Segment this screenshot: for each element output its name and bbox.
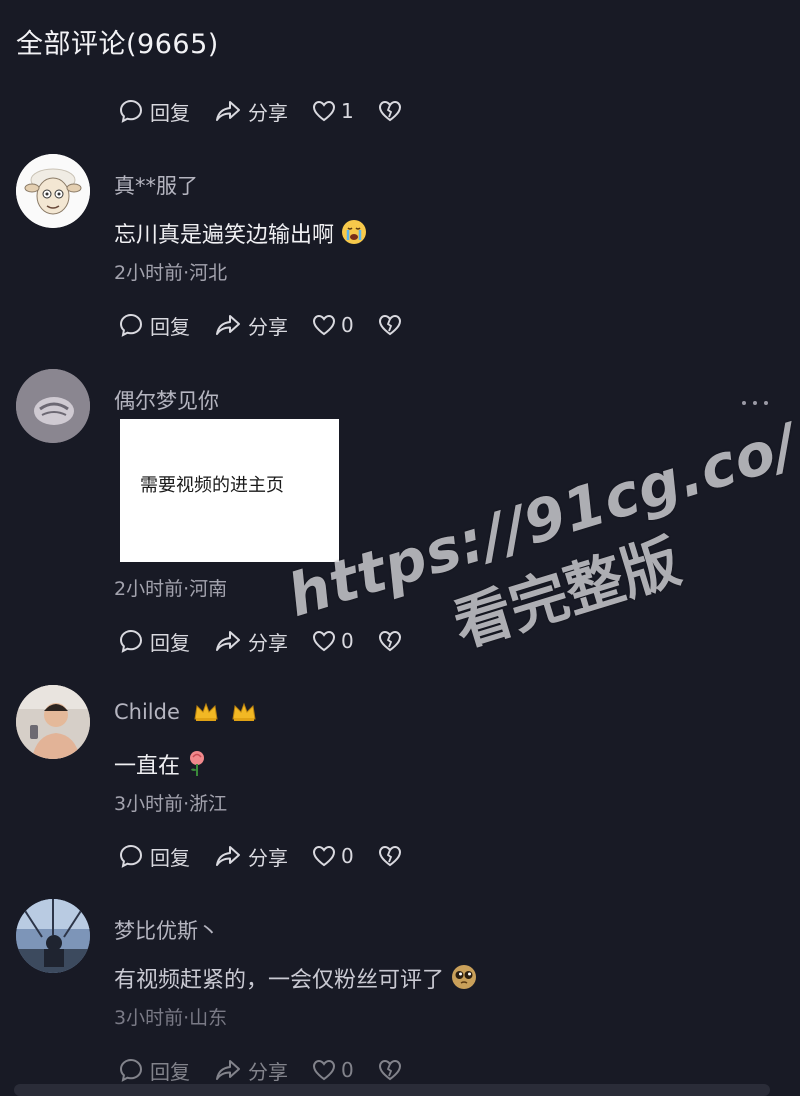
- reply-button[interactable]: 回复: [118, 311, 190, 340]
- more-options-icon[interactable]: [742, 393, 768, 413]
- share-arrow-icon: [216, 846, 240, 866]
- comment-meta: 3小时前·山东: [114, 1007, 228, 1029]
- action-bar: 回复 分享 0: [118, 310, 426, 340]
- like-count: 0: [341, 844, 354, 868]
- dislike-button[interactable]: [378, 314, 402, 336]
- username-text: Childe: [114, 700, 180, 724]
- reply-label: 回复: [150, 314, 190, 339]
- watermark-tagline: 看完整版: [445, 526, 688, 660]
- share-button[interactable]: 分享: [214, 1056, 288, 1085]
- photo-avatar-icon: [16, 685, 90, 759]
- action-bar: 回复 分享 1: [118, 96, 426, 126]
- comment-username[interactable]: 梦比优斯丶: [114, 915, 219, 945]
- action-bar: 回复 分享 0: [118, 841, 426, 871]
- dislike-button[interactable]: [378, 1059, 402, 1081]
- comment-username[interactable]: 真**服了: [114, 170, 198, 200]
- broken-heart-icon: [378, 100, 401, 122]
- reply-label: 回复: [150, 845, 190, 870]
- share-label: 分享: [248, 100, 288, 125]
- share-arrow-icon: [216, 1060, 240, 1080]
- comment-text: 有视频赶紧的，一会仅粉丝可评了: [114, 962, 478, 994]
- comment-bubble-icon: [119, 313, 143, 337]
- comment-image-text: 需要视频的进主页: [140, 475, 284, 496]
- reply-label: 回复: [150, 630, 190, 655]
- avatar[interactable]: [16, 899, 90, 973]
- bottom-bar: [14, 1084, 770, 1096]
- comment-meta: 3小时前·浙江: [114, 793, 228, 815]
- dislike-button[interactable]: [378, 630, 402, 652]
- avatar[interactable]: [16, 369, 90, 443]
- like-button[interactable]: 0: [312, 844, 354, 868]
- comment-body: 忘川真是遍笑边输出啊: [114, 223, 335, 248]
- crown-icon: [232, 702, 256, 721]
- photo-avatar-icon: [16, 899, 90, 973]
- comment-bubble-icon: [119, 99, 143, 123]
- comment-username[interactable]: Childe: [114, 700, 257, 724]
- share-arrow-icon: [216, 315, 240, 335]
- reply-button[interactable]: 回复: [118, 842, 190, 871]
- share-label: 分享: [248, 314, 288, 339]
- heart-icon: [312, 845, 336, 867]
- rose-emoji-icon: [190, 751, 205, 776]
- reply-button[interactable]: 回复: [118, 1056, 190, 1085]
- crying-face-emoji-icon: [342, 220, 367, 244]
- avatar[interactable]: [16, 154, 90, 228]
- share-label: 分享: [248, 1059, 288, 1084]
- share-label: 分享: [248, 845, 288, 870]
- sheep-avatar-icon: [16, 154, 90, 228]
- comment-bubble-icon: [119, 629, 143, 653]
- page-title: 全部评论(9665): [16, 29, 219, 60]
- comment-meta: 2小时前·河北: [114, 262, 228, 284]
- crown-icon: [194, 702, 218, 721]
- heart-icon: [312, 630, 336, 652]
- photo-avatar-icon: [16, 369, 90, 443]
- share-arrow-icon: [216, 101, 240, 121]
- reply-button[interactable]: 回复: [118, 627, 190, 656]
- share-label: 分享: [248, 630, 288, 655]
- comment-text: 忘川真是遍笑边输出啊: [114, 217, 368, 249]
- comment-image[interactable]: 需要视频的进主页: [120, 419, 339, 562]
- comment-body: 一直在: [114, 754, 181, 779]
- comment-username[interactable]: 偶尔梦见你: [114, 385, 219, 415]
- heart-icon: [312, 100, 336, 122]
- like-count: 1: [341, 99, 354, 123]
- like-button[interactable]: 1: [312, 99, 354, 123]
- share-button[interactable]: 分享: [214, 311, 288, 340]
- watermark: https://91cg.co/ 看完整版: [280, 410, 800, 707]
- action-bar: 回复 分享 0: [118, 626, 426, 656]
- like-count: 0: [341, 313, 354, 337]
- comment-bubble-icon: [119, 844, 143, 868]
- action-bar: 回复 分享 0: [118, 1055, 426, 1085]
- comment-body: 有视频赶紧的，一会仅粉丝可评了: [114, 968, 445, 993]
- reply-label: 回复: [150, 100, 190, 125]
- heart-icon: [312, 314, 336, 336]
- like-count: 0: [341, 629, 354, 653]
- heart-icon: [312, 1059, 336, 1081]
- comment-text: 一直在: [114, 748, 208, 780]
- like-button[interactable]: 0: [312, 629, 354, 653]
- avatar[interactable]: [16, 685, 90, 759]
- watermark-url: https://91cg.co/: [280, 410, 800, 631]
- reply-label: 回复: [150, 1059, 190, 1084]
- like-button[interactable]: 0: [312, 1058, 354, 1082]
- share-arrow-icon: [216, 631, 240, 651]
- reply-button[interactable]: 回复: [118, 97, 190, 126]
- like-count: 0: [341, 1058, 354, 1082]
- share-button[interactable]: 分享: [214, 842, 288, 871]
- comment-meta: 2小时前·河南: [114, 578, 228, 600]
- comment-bubble-icon: [119, 1058, 143, 1082]
- broken-heart-icon: [378, 845, 401, 867]
- pleading-face-emoji-icon: [452, 965, 477, 989]
- like-button[interactable]: 0: [312, 313, 354, 337]
- dislike-button[interactable]: [378, 100, 402, 122]
- broken-heart-icon: [378, 314, 401, 336]
- share-button[interactable]: 分享: [214, 627, 288, 656]
- broken-heart-icon: [378, 1059, 401, 1081]
- dislike-button[interactable]: [378, 845, 402, 867]
- broken-heart-icon: [378, 630, 401, 652]
- share-button[interactable]: 分享: [214, 97, 288, 126]
